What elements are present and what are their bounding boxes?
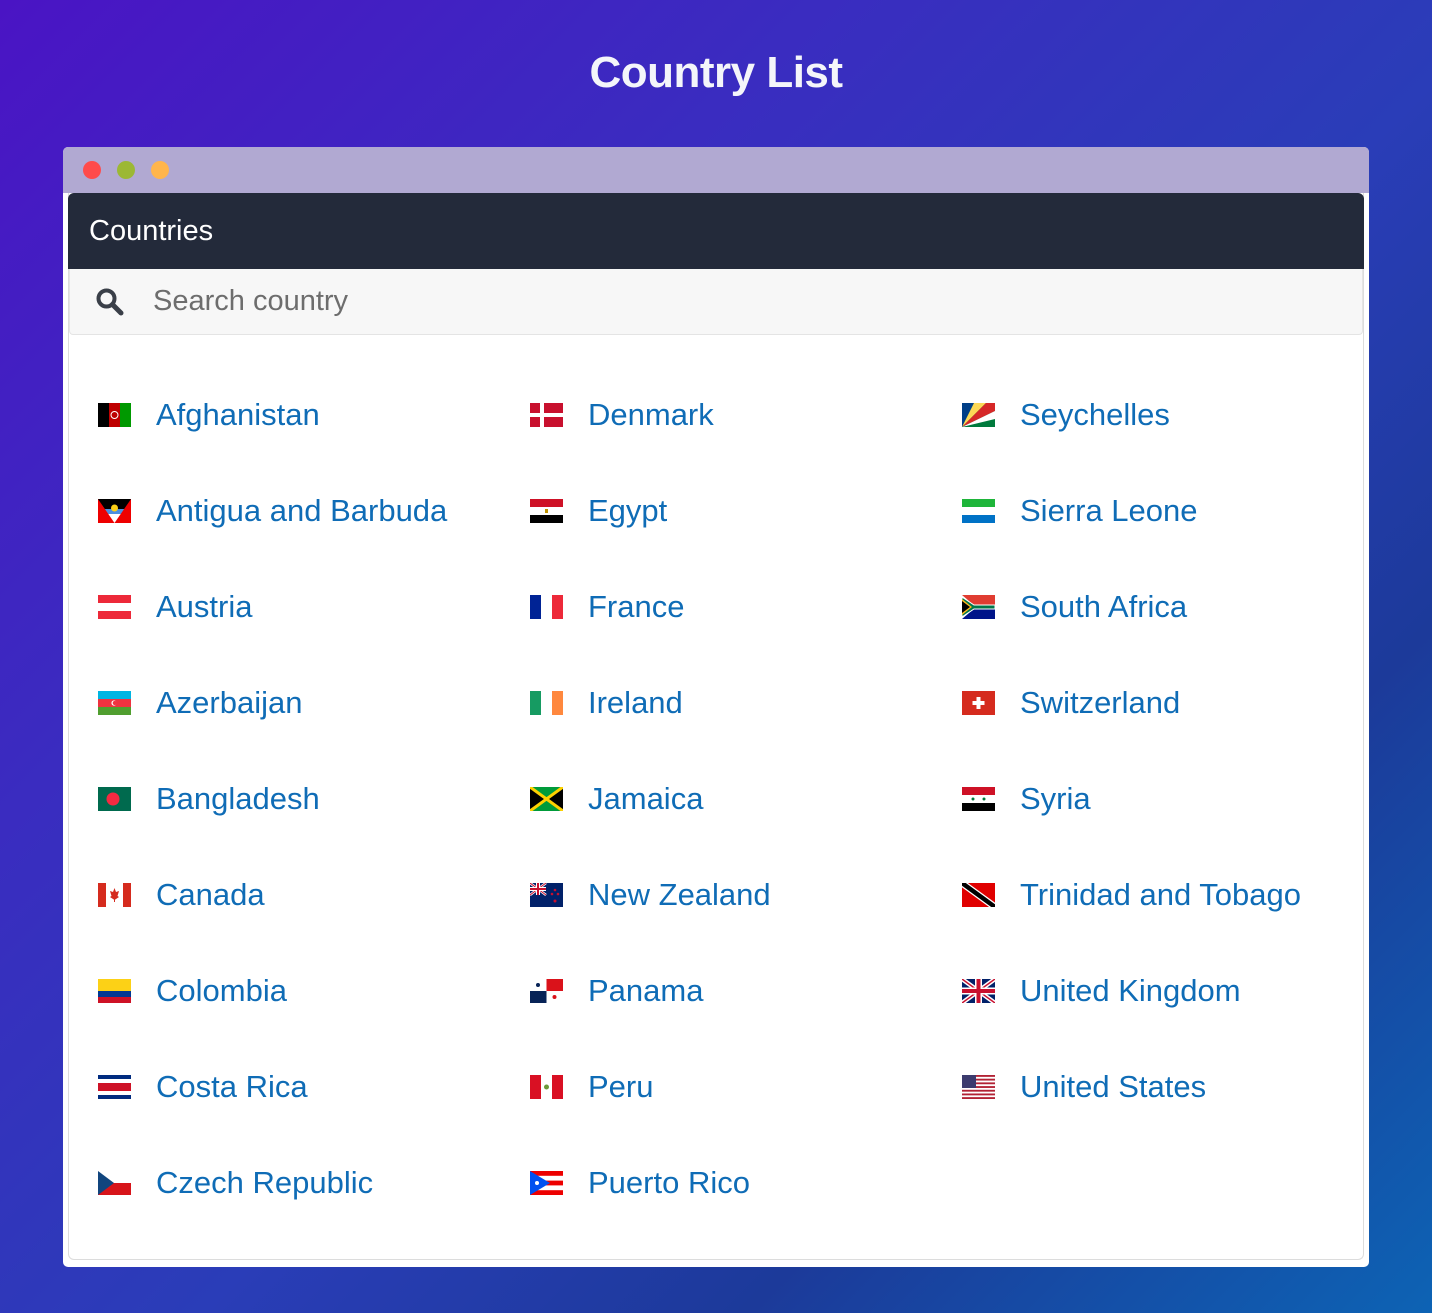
country-link-trinidad-and-tobago[interactable]: Trinidad and Tobago	[962, 847, 1369, 943]
country-name: Trinidad and Tobago	[1020, 877, 1301, 912]
flag-cz-icon	[98, 1171, 131, 1195]
country-link-bangladesh[interactable]: Bangladesh	[98, 751, 530, 847]
flag-sc-icon	[962, 403, 995, 427]
country-link-jamaica[interactable]: Jamaica	[530, 751, 962, 847]
flag-ch-icon	[962, 691, 995, 715]
country-link-puerto-rico[interactable]: Puerto Rico	[530, 1135, 962, 1231]
country-name: Ireland	[588, 685, 683, 720]
flag-nz-icon	[530, 883, 563, 907]
country-name: Austria	[156, 589, 253, 624]
country-name: Syria	[1020, 781, 1091, 816]
country-name: Sierra Leone	[1020, 493, 1198, 528]
country-name: Puerto Rico	[588, 1165, 750, 1200]
country-name: United States	[1020, 1069, 1207, 1104]
country-link-sierra-leone[interactable]: Sierra Leone	[962, 463, 1369, 559]
flag-bd-icon	[98, 787, 131, 811]
country-link-panama[interactable]: Panama	[530, 943, 962, 1039]
close-window-button[interactable]	[83, 161, 101, 179]
browser-window: Countries Afghanistan Antigua and Barbuda…	[63, 147, 1369, 1267]
country-link-united-states[interactable]: United States	[962, 1039, 1369, 1135]
flag-sl-icon	[962, 499, 995, 523]
country-link-switzerland[interactable]: Switzerland	[962, 655, 1369, 751]
country-name: Switzerland	[1020, 685, 1181, 720]
search-input[interactable]	[151, 284, 1055, 319]
country-link-antigua-and-barbuda[interactable]: Antigua and Barbuda	[98, 463, 530, 559]
country-link-azerbaijan[interactable]: Azerbaijan	[98, 655, 530, 751]
countries-card: Countries Afghanistan Antigua and Barbuda…	[68, 193, 1364, 1260]
country-link-costa-rica[interactable]: Costa Rica	[98, 1039, 530, 1135]
page-title: Country List	[589, 48, 843, 97]
country-name: Colombia	[156, 973, 287, 1008]
country-link-afghanistan[interactable]: Afghanistan	[98, 367, 530, 463]
country-name: United Kingdom	[1020, 973, 1241, 1008]
search-bar	[69, 269, 1363, 335]
flag-co-icon	[98, 979, 131, 1003]
flag-us-icon	[962, 1075, 995, 1099]
country-name: Afghanistan	[156, 397, 320, 432]
flag-tt-icon	[962, 883, 995, 907]
country-name: Azerbaijan	[156, 685, 303, 720]
flag-pe-icon	[530, 1075, 563, 1099]
country-name: Czech Republic	[156, 1165, 374, 1200]
card-header: Countries	[68, 193, 1364, 269]
flag-cr-icon	[98, 1075, 131, 1099]
country-link-syria[interactable]: Syria	[962, 751, 1369, 847]
flag-dk-icon	[530, 403, 563, 427]
country-link-ireland[interactable]: Ireland	[530, 655, 962, 751]
country-link-denmark[interactable]: Denmark	[530, 367, 962, 463]
maximize-window-button[interactable]	[151, 161, 169, 179]
flag-az-icon	[98, 691, 131, 715]
country-name: Panama	[588, 973, 704, 1008]
minimize-window-button[interactable]	[117, 161, 135, 179]
country-name: Jamaica	[588, 781, 704, 816]
flag-za-icon	[962, 595, 995, 619]
country-name: Seychelles	[1020, 397, 1170, 432]
flag-af-icon	[98, 403, 131, 427]
country-name: Costa Rica	[156, 1069, 308, 1104]
flag-ca-icon	[98, 883, 131, 907]
flag-gb-icon	[962, 979, 995, 1003]
country-name: Peru	[588, 1069, 654, 1104]
country-link-egypt[interactable]: Egypt	[530, 463, 962, 559]
country-link-colombia[interactable]: Colombia	[98, 943, 530, 1039]
country-link-united-kingdom[interactable]: United Kingdom	[962, 943, 1369, 1039]
country-link-czech-republic[interactable]: Czech Republic	[98, 1135, 530, 1231]
country-name: South Africa	[1020, 589, 1188, 624]
flag-eg-icon	[530, 499, 563, 523]
flag-pa-icon	[530, 979, 563, 1003]
country-name: Canada	[156, 877, 265, 912]
country-name: Denmark	[588, 397, 714, 432]
flag-fr-icon	[530, 595, 563, 619]
country-link-austria[interactable]: Austria	[98, 559, 530, 655]
country-link-france[interactable]: France	[530, 559, 962, 655]
country-name: Antigua and Barbuda	[156, 493, 448, 528]
country-link-new-zealand[interactable]: New Zealand	[530, 847, 962, 943]
flag-at-icon	[98, 595, 131, 619]
country-name: France	[588, 589, 685, 624]
country-link-canada[interactable]: Canada	[98, 847, 530, 943]
flag-ag-icon	[98, 499, 131, 523]
search-icon	[96, 288, 124, 315]
country-link-seychelles[interactable]: Seychelles	[962, 367, 1369, 463]
flag-ie-icon	[530, 691, 563, 715]
flag-sy-icon	[962, 787, 995, 811]
country-link-south-africa[interactable]: South Africa	[962, 559, 1369, 655]
window-titlebar	[63, 147, 1369, 193]
flag-pr-icon	[530, 1171, 563, 1195]
country-name: New Zealand	[588, 877, 771, 912]
country-name: Bangladesh	[156, 781, 320, 816]
flag-jm-icon	[530, 787, 563, 811]
country-name: Egypt	[588, 493, 668, 528]
country-list: Afghanistan Antigua and Barbuda Austria Aze…	[69, 335, 1369, 1231]
country-link-peru[interactable]: Peru	[530, 1039, 962, 1135]
